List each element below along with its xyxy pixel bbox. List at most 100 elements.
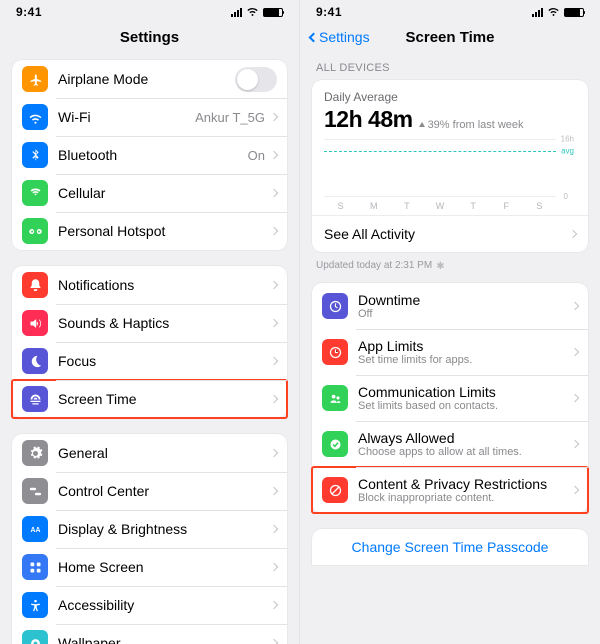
airplane-mode-toggle[interactable] xyxy=(235,67,277,92)
row-label: Sounds & Haptics xyxy=(58,315,271,331)
nav-title: Settings xyxy=(120,29,179,46)
home-screen-icon xyxy=(22,554,48,580)
row-label: Notifications xyxy=(58,277,271,293)
row-bluetooth[interactable]: Bluetooth On xyxy=(12,136,287,174)
row-value: On xyxy=(248,148,265,163)
chevron-right-icon xyxy=(571,394,579,402)
always-allowed-icon xyxy=(322,431,348,457)
chevron-right-icon xyxy=(571,348,579,356)
chart-day-label: M xyxy=(357,201,390,211)
daily-usage-chart: 16h avg 0 SMTWTFS xyxy=(324,139,576,211)
chevron-right-icon xyxy=(270,563,278,571)
screen-time-screen: 9:41 Settings Screen Time ALL DEVICES Da… xyxy=(300,0,600,644)
row-accessibility[interactable]: Accessibility xyxy=(12,586,287,624)
cellular-icon xyxy=(22,180,48,206)
row-app-limits[interactable]: App LimitsSet time limits for apps. xyxy=(312,329,588,375)
chevron-right-icon xyxy=(270,319,278,327)
status-time: 9:41 xyxy=(16,5,74,19)
row-content-privacy[interactable]: Content & Privacy RestrictionsBlock inap… xyxy=(312,467,588,513)
y-axis-bottom: 0 xyxy=(564,192,568,201)
row-subtitle: Set time limits for apps. xyxy=(358,354,572,367)
updated-timestamp: Updated today at 2:31 PM xyxy=(312,258,588,283)
daily-average-delta: 39% from last week xyxy=(419,119,524,131)
settings-scroll[interactable]: Airplane Mode Wi-Fi Ankur T_5G Bluetooth… xyxy=(0,54,299,644)
wifi-icon xyxy=(547,4,560,20)
chevron-right-icon xyxy=(270,113,278,121)
signal-icon xyxy=(532,7,543,17)
content-privacy-icon xyxy=(322,477,348,503)
chart-day-label: W xyxy=(423,201,456,211)
row-home-screen[interactable]: Home Screen xyxy=(12,548,287,586)
row-label: Downtime xyxy=(358,292,572,308)
row-focus[interactable]: Focus xyxy=(12,342,287,380)
control-center-icon xyxy=(22,478,48,504)
chevron-right-icon xyxy=(569,230,577,238)
row-wifi[interactable]: Wi-Fi Ankur T_5G xyxy=(12,98,287,136)
row-subtitle: Block inappropriate content. xyxy=(358,492,572,505)
section-header-all-devices: ALL DEVICES xyxy=(312,60,588,80)
screen-time-icon xyxy=(22,386,48,412)
chevron-right-icon xyxy=(270,189,278,197)
row-screen-time[interactable]: Screen Time xyxy=(12,380,287,418)
row-notifications[interactable]: Notifications xyxy=(12,266,287,304)
row-general[interactable]: General xyxy=(12,434,287,472)
screen-time-scroll[interactable]: ALL DEVICES Daily Average 12h 48m 39% fr… xyxy=(300,54,600,644)
row-cellular[interactable]: Cellular xyxy=(12,174,287,212)
chart-day-label: S xyxy=(523,201,556,211)
row-downtime[interactable]: DowntimeOff xyxy=(312,283,588,329)
row-airplane-mode[interactable]: Airplane Mode xyxy=(12,60,287,98)
row-always-allowed[interactable]: Always AllowedChoose apps to allow at al… xyxy=(312,421,588,467)
wallpaper-icon xyxy=(22,630,48,644)
signal-icon xyxy=(231,7,242,17)
chevron-right-icon xyxy=(270,395,278,403)
row-wallpaper[interactable]: Wallpaper xyxy=(12,624,287,644)
airplane-icon xyxy=(22,66,48,92)
see-all-activity-row[interactable]: See All Activity xyxy=(312,215,588,252)
chevron-right-icon xyxy=(270,227,278,235)
status-time: 9:41 xyxy=(316,5,374,19)
daily-average-card[interactable]: Daily Average 12h 48m 39% from last week… xyxy=(312,80,588,252)
group-screen-time-options: DowntimeOff App LimitsSet time limits fo… xyxy=(312,283,588,513)
row-label: Display & Brightness xyxy=(58,521,271,537)
chevron-right-icon xyxy=(270,281,278,289)
downtime-icon xyxy=(322,293,348,319)
chart-day-label: S xyxy=(324,201,357,211)
row-sounds-haptics[interactable]: Sounds & Haptics xyxy=(12,304,287,342)
app-limits-icon xyxy=(322,339,348,365)
chevron-right-icon xyxy=(571,302,579,310)
bluetooth-icon xyxy=(22,142,48,168)
chevron-right-icon xyxy=(270,151,278,159)
y-axis-top: 16h xyxy=(561,135,574,144)
chevron-right-icon xyxy=(270,639,278,644)
svg-text:AA: AA xyxy=(30,527,40,534)
chart-day-label: T xyxy=(457,201,490,211)
status-bar: 9:41 xyxy=(300,0,600,20)
row-subtitle: Off xyxy=(358,308,572,321)
chevron-right-icon xyxy=(571,486,579,494)
row-label: Content & Privacy Restrictions xyxy=(358,476,572,492)
focus-icon xyxy=(22,348,48,374)
row-label: Accessibility xyxy=(58,597,271,613)
chevron-right-icon xyxy=(571,440,579,448)
row-label: Communication Limits xyxy=(358,384,572,400)
chevron-right-icon xyxy=(270,487,278,495)
chart-day-label: T xyxy=(390,201,423,211)
change-passcode-button[interactable]: Change Screen Time Passcode xyxy=(312,529,588,565)
chevron-left-icon xyxy=(309,32,319,42)
sounds-icon xyxy=(22,310,48,336)
row-label: Wallpaper xyxy=(58,635,271,644)
spinner-icon xyxy=(436,261,446,271)
battery-icon xyxy=(263,8,283,17)
wifi-icon xyxy=(246,4,259,20)
row-display-brightness[interactable]: AA Display & Brightness xyxy=(12,510,287,548)
row-control-center[interactable]: Control Center xyxy=(12,472,287,510)
chart-day-label: F xyxy=(490,201,523,211)
row-label: Screen Time xyxy=(58,391,271,407)
row-communication-limits[interactable]: Communication LimitsSet limits based on … xyxy=(312,375,588,421)
row-personal-hotspot[interactable]: Personal Hotspot xyxy=(12,212,287,250)
back-button[interactable]: Settings xyxy=(310,29,370,45)
notifications-icon xyxy=(22,272,48,298)
y-axis-avg: avg xyxy=(561,146,574,155)
battery-icon xyxy=(564,8,584,17)
gear-icon xyxy=(22,440,48,466)
